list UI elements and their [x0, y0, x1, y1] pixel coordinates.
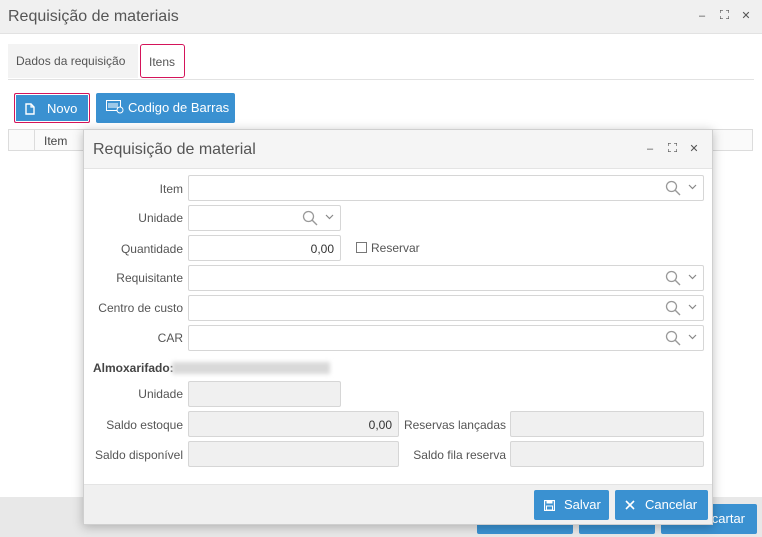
chevron-down-icon[interactable]	[688, 330, 697, 347]
item-lookup[interactable]	[188, 175, 704, 201]
select-all-column[interactable]	[9, 130, 35, 150]
requisitante-lookup[interactable]	[188, 265, 704, 291]
novo-label: Novo	[47, 101, 78, 116]
saldo-estoque-value: 0,00	[368, 418, 392, 432]
dialog-controls: – ✕	[644, 141, 700, 155]
search-icon[interactable]	[665, 300, 681, 316]
close-icon[interactable]: ✕	[740, 9, 752, 22]
close-icon	[625, 490, 635, 521]
chevron-down-icon[interactable]	[325, 210, 334, 227]
search-icon[interactable]	[302, 210, 318, 226]
minimize-icon[interactable]: –	[644, 143, 656, 155]
cancelar-button[interactable]: Cancelar	[615, 490, 708, 520]
saldo-fila-reserva-field	[510, 441, 704, 467]
quantidade-input[interactable]: 0,00	[188, 235, 341, 261]
centro-custo-lookup[interactable]	[188, 295, 704, 321]
info-unidade-label: Unidade	[138, 387, 183, 401]
window-title: Requisição de materiais	[8, 8, 179, 25]
quantidade-value: 0,00	[310, 242, 334, 256]
saldo-estoque-field: 0,00	[188, 411, 399, 437]
item-label: Item	[159, 182, 183, 196]
barcode-icon	[106, 93, 124, 125]
tab-bar: Dados da requisição Itens	[8, 44, 754, 80]
reservas-lancadas-field	[510, 411, 704, 437]
info-unidade-field	[188, 381, 341, 407]
salvar-label: Salvar	[564, 497, 601, 512]
cancelar-label: Cancelar	[645, 497, 698, 512]
quantidade-label: Quantidade	[120, 242, 183, 256]
tab-itens[interactable]: Itens	[140, 44, 185, 78]
chevron-down-icon[interactable]	[688, 270, 697, 287]
unidade-lookup[interactable]	[188, 205, 341, 231]
requisicao-material-dialog: Requisição de material – ✕ Item Unidade …	[83, 129, 713, 525]
new-document-icon	[25, 94, 35, 126]
almoxarifado-value-redacted	[172, 362, 330, 374]
centro-custo-label: Centro de custo	[98, 301, 183, 315]
search-icon[interactable]	[665, 180, 681, 196]
reservar-checkbox[interactable]	[356, 242, 367, 253]
novo-button[interactable]: Novo	[14, 93, 90, 123]
maximize-icon[interactable]	[718, 8, 730, 22]
minimize-icon[interactable]: –	[696, 10, 708, 22]
save-icon	[543, 490, 556, 522]
almoxarifado-label: Almoxarifado:	[93, 361, 174, 375]
car-label: CAR	[157, 331, 183, 345]
codigo-barras-button[interactable]: Codigo de Barras	[96, 93, 235, 123]
search-icon[interactable]	[665, 270, 681, 286]
column-header-item[interactable]: Item	[44, 134, 67, 148]
saldo-fila-reserva-label: Saldo fila reserva	[413, 448, 506, 462]
dialog-footer: Salvar Cancelar	[84, 484, 712, 524]
tab-dados-requisicao[interactable]: Dados da requisição	[8, 44, 138, 78]
requisitante-label: Requisitante	[116, 271, 183, 285]
salvar-button[interactable]: Salvar	[534, 490, 609, 520]
close-icon[interactable]: ✕	[688, 142, 700, 155]
saldo-estoque-label: Saldo estoque	[106, 418, 183, 432]
car-lookup[interactable]	[188, 325, 704, 351]
chevron-down-icon[interactable]	[688, 180, 697, 197]
search-icon[interactable]	[665, 330, 681, 346]
reservas-lancadas-label: Reservas lançadas	[403, 418, 506, 432]
codigo-barras-label: Codigo de Barras	[128, 100, 230, 115]
saldo-disponivel-field	[188, 441, 399, 467]
window-titlebar: Requisição de materiais – ✕	[0, 0, 762, 34]
chevron-down-icon[interactable]	[688, 300, 697, 317]
saldo-disponivel-label: Saldo disponível	[94, 448, 183, 462]
unidade-label: Unidade	[138, 211, 183, 225]
window-controls: – ✕	[696, 8, 752, 22]
maximize-icon[interactable]	[666, 141, 678, 155]
dialog-titlebar: Requisição de material – ✕	[84, 130, 712, 169]
dialog-title: Requisição de material	[93, 141, 256, 158]
reservar-label[interactable]: Reservar	[371, 241, 420, 255]
